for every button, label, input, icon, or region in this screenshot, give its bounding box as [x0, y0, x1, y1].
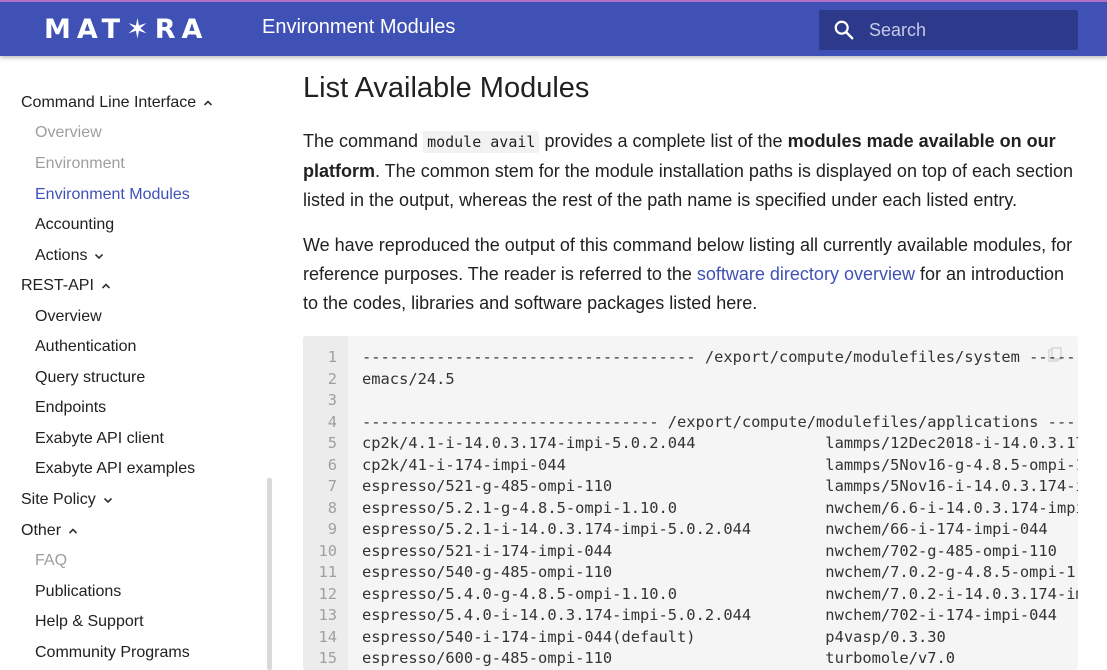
- line-content: emacs/24.5: [362, 369, 455, 388]
- line-number: 10: [318, 541, 337, 560]
- line-content: espresso/5.2.1-i-14.0.3.174-impi-5.0.2.0…: [362, 520, 1048, 538]
- intro-paragraph: The command module avail provides a comp…: [303, 127, 1083, 215]
- header-title: Environment Modules: [262, 16, 456, 38]
- chevron-up-icon: [101, 283, 110, 289]
- line-content: espresso/540-i-174-impi-044(default) p4v…: [362, 627, 946, 646]
- line-content: espresso/521-g-485-ompi-110 lammps/5Nov1…: [362, 477, 1078, 495]
- sidebar-item-authentication[interactable]: Authentication: [35, 338, 136, 356]
- line-number: 8: [327, 498, 337, 517]
- line-content: ------------------------------------ /ex…: [362, 348, 1078, 366]
- page-title: List Available Modules: [303, 72, 590, 104]
- search-icon: [834, 20, 854, 40]
- reference-paragraph: We have reproduced the output of this co…: [303, 231, 1083, 318]
- code-block: 1 ------------------------------------ /e…: [303, 336, 1078, 670]
- line-number: 13: [318, 606, 337, 624]
- nav-section-label: Site Policy: [21, 491, 96, 508]
- text-segment: provides a complete list of the: [539, 131, 788, 151]
- line-content: cp2k/4.1-i-14.0.3.174-impi-5.0.2.044 lam…: [362, 434, 1078, 452]
- sidebar-scrollbar[interactable]: [267, 478, 272, 670]
- sidebar-item-endpoints[interactable]: Endpoints: [35, 399, 106, 417]
- nav-section-cli[interactable]: Command Line Interface: [21, 94, 214, 112]
- sidebar-item-query-structure[interactable]: Query structure: [35, 369, 145, 387]
- line-number: 7: [327, 477, 337, 495]
- nav-section-label: Other: [21, 522, 62, 539]
- line-number: 9: [327, 520, 337, 538]
- sidebar-item-actions[interactable]: Actions: [35, 247, 105, 265]
- chevron-up-icon: [204, 100, 213, 106]
- nav-section-site-policy[interactable]: Site Policy: [21, 491, 114, 509]
- nav-section-rest-api[interactable]: REST-API: [21, 277, 112, 295]
- line-content: espresso/600-g-485-ompi-110 turbomole/v7…: [362, 649, 956, 667]
- search-box[interactable]: [819, 10, 1078, 50]
- line-number: 6: [327, 455, 337, 474]
- sidebar-item-publications[interactable]: Publications: [35, 583, 121, 601]
- line-content: espresso/540-g-485-ompi-110 nwchem/7.0.2…: [362, 563, 1078, 581]
- line-content: espresso/521-i-174-impi-044 nwchem/702-g…: [362, 541, 1057, 560]
- line-number: 11: [318, 563, 337, 581]
- nav-section-other[interactable]: Other: [21, 522, 79, 540]
- logo-text: MAT✶RA: [44, 13, 209, 45]
- text-segment: . The common stem for the module install…: [303, 161, 1074, 210]
- sidebar-item-community-programs[interactable]: Community Programs: [35, 644, 190, 662]
- line-number: 14: [318, 627, 337, 646]
- line-number: 4: [327, 412, 337, 431]
- line-content: -------------------------------- /export…: [362, 412, 1078, 431]
- sidebar-item-environment-modules[interactable]: Environment Modules: [35, 186, 190, 204]
- text-segment: The command: [303, 131, 424, 151]
- sidebar-item-accounting[interactable]: Accounting: [35, 216, 114, 234]
- line-number: 12: [318, 584, 337, 603]
- sidebar-item-overview[interactable]: Overview: [35, 124, 102, 142]
- line-number: 2: [327, 369, 337, 388]
- chevron-down-icon: [95, 253, 104, 260]
- sidebar-item-api-client[interactable]: Exabyte API client: [35, 430, 164, 448]
- nav-section-label: REST-API: [21, 277, 94, 294]
- top-header: MAT✶RA Environment Modules: [0, 0, 1107, 56]
- sidebar-item-help-support[interactable]: Help & Support: [35, 613, 144, 631]
- chevron-up-icon: [68, 528, 78, 534]
- nav-section-label: Command Line Interface: [21, 94, 197, 111]
- sidebar-item-faq[interactable]: FAQ: [35, 552, 67, 570]
- line-number: 3: [327, 391, 337, 409]
- line-number: 15: [318, 649, 337, 667]
- sidebar-item-environment[interactable]: Environment: [35, 155, 125, 173]
- logo[interactable]: MAT✶RA: [44, 12, 208, 46]
- search-input[interactable]: [869, 19, 1069, 41]
- line-number: 5: [327, 434, 337, 452]
- inline-code: module avail: [423, 131, 540, 153]
- line-content: espresso/5.4.0-g-4.8.5-ompi-1.10.0 nwche…: [362, 584, 1078, 603]
- sidebar-item-api-examples[interactable]: Exabyte API examples: [35, 460, 195, 478]
- line-content: espresso/5.2.1-g-4.8.5-ompi-1.10.0 nwche…: [362, 498, 1078, 517]
- chevron-down-icon: [103, 497, 112, 504]
- sidebar-item-rest-overview[interactable]: Overview: [35, 308, 102, 326]
- software-directory-link[interactable]: software directory overview: [697, 264, 915, 284]
- line-content: espresso/5.4.0-i-14.0.3.174-impi-5.0.2.0…: [362, 606, 1057, 624]
- line-number: 1: [327, 348, 337, 366]
- line-content: cp2k/41-i-174-impi-044 lammps/5Nov16-g-4…: [362, 455, 1078, 474]
- sidebar-item-label: Actions: [35, 247, 88, 264]
